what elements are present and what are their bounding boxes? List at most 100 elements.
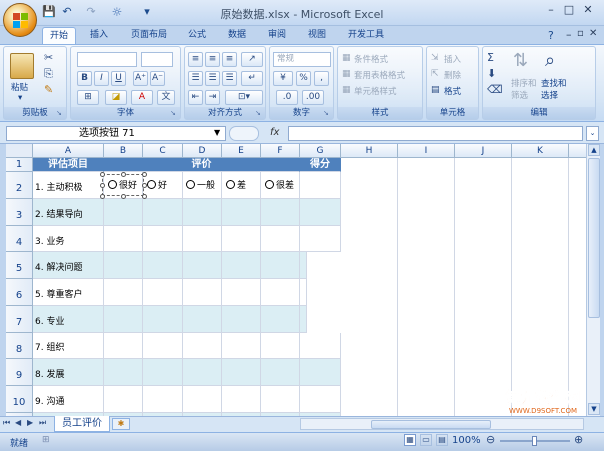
column-header-k[interactable]: K (512, 144, 569, 158)
italic-button[interactable]: I (94, 71, 109, 86)
currency-icon[interactable]: ¥ (273, 71, 293, 86)
increase-indent-icon[interactable]: ⇥ (205, 90, 220, 105)
insert-cells-button[interactable]: 插入 (444, 53, 461, 65)
table-row[interactable] (33, 386, 341, 413)
row-header-5[interactable]: 5 (6, 252, 33, 279)
close-icon[interactable]: ✕ (580, 4, 596, 18)
option-button-very-poor[interactable]: 很差 (265, 180, 294, 192)
delete-cells-button[interactable]: 删除 (444, 69, 461, 81)
row-header-10[interactable]: 10 (6, 386, 33, 413)
table-row[interactable] (33, 359, 341, 386)
row-header-3[interactable]: 3 (6, 199, 33, 226)
zoom-slider-thumb[interactable] (532, 436, 537, 446)
bold-button[interactable]: B (77, 71, 92, 86)
hscroll-thumb[interactable] (371, 420, 491, 429)
resize-handle[interactable] (121, 194, 126, 199)
wrap-text-icon[interactable]: ↵ (241, 71, 263, 86)
font-name-combo[interactable] (77, 52, 137, 67)
first-sheet-icon[interactable]: ⏮ (3, 418, 10, 428)
option-button-average[interactable]: 一般 (186, 180, 215, 192)
format-as-table-button[interactable]: 套用表格格式 (354, 69, 405, 81)
minimize-icon[interactable]: – (543, 4, 559, 18)
formula-input[interactable] (288, 126, 583, 141)
normal-view-icon[interactable]: ▦ (404, 434, 416, 446)
row-header-8[interactable]: 8 (6, 333, 33, 359)
cell-styles-button[interactable]: 单元格样式 (354, 85, 397, 97)
tab-home[interactable]: 开始 (42, 27, 76, 44)
office-button[interactable] (3, 3, 37, 37)
resize-handle[interactable] (100, 194, 105, 199)
prev-sheet-icon[interactable]: ◀ (15, 418, 21, 427)
align-bottom-icon[interactable]: ≡ (222, 52, 237, 67)
clipboard-launcher-icon[interactable]: ↘ (56, 109, 64, 117)
resize-handle[interactable] (142, 194, 147, 199)
control-selection-frame[interactable] (102, 174, 144, 196)
help-icon[interactable]: ? (548, 29, 554, 42)
zoom-out-icon[interactable]: ⊖ (486, 433, 495, 446)
resize-handle[interactable] (100, 183, 105, 188)
align-right-icon[interactable]: ☰ (222, 71, 237, 86)
decrease-indent-icon[interactable]: ⇤ (188, 90, 203, 105)
resize-handle[interactable] (142, 172, 147, 177)
resize-handle[interactable] (121, 172, 126, 177)
paste-button[interactable]: 粘贴 (11, 81, 28, 93)
cut-icon[interactable]: ✂ (44, 51, 53, 64)
align-top-icon[interactable]: ≡ (188, 52, 203, 67)
resize-handle[interactable] (100, 172, 105, 177)
last-sheet-icon[interactable]: ⏭ (39, 418, 46, 428)
column-header-c[interactable]: C (143, 144, 183, 158)
tab-data[interactable]: 数据 (222, 27, 252, 44)
column-header-a[interactable]: A (33, 144, 104, 158)
ribbon-close-icon[interactable]: ✕ (589, 28, 597, 39)
column-header-j[interactable]: J (455, 144, 512, 158)
formula-bar-handle[interactable] (229, 126, 259, 141)
column-header-g[interactable]: G (300, 144, 341, 158)
sort-filter-button[interactable]: 排序和 (511, 77, 537, 89)
table-row[interactable] (33, 306, 307, 333)
row-header-9[interactable]: 9 (6, 359, 33, 386)
row-header-6[interactable]: 6 (6, 279, 33, 306)
tab-insert[interactable]: 插入 (84, 27, 114, 44)
merge-center-icon[interactable]: ⊡▾ (225, 90, 263, 105)
row-header-2[interactable]: 2 (6, 172, 33, 199)
fill-icon[interactable]: ⬇ (487, 67, 496, 80)
ribbon-restore-icon[interactable]: ▫ (577, 28, 584, 39)
comma-button[interactable]: , (314, 71, 329, 86)
row-header-1[interactable]: 1 (6, 158, 33, 172)
format-painter-icon[interactable]: ✎ (44, 83, 53, 96)
header-cell-rating[interactable]: 评价 (104, 158, 300, 172)
page-layout-view-icon[interactable]: ▭ (420, 434, 432, 446)
worksheet-grid[interactable]: A B C D E F G H I J K 1 2 3 4 5 6 7 8 9 … (6, 144, 586, 416)
grow-font-button[interactable]: A⁺ (133, 71, 148, 86)
name-box[interactable]: 选项按钮 71 (6, 126, 226, 141)
option-button-poor[interactable]: 差 (226, 180, 246, 192)
expand-formula-icon[interactable]: ⌄ (586, 126, 599, 141)
column-header-i[interactable]: I (398, 144, 455, 158)
vertical-scrollbar[interactable]: ▲ ▼ (586, 144, 600, 416)
header-cell-item[interactable]: 评估项目 (33, 158, 104, 172)
find-select-button[interactable]: 查找和 (541, 77, 567, 89)
tab-review[interactable]: 审阅 (262, 27, 292, 44)
column-header-b[interactable]: B (104, 144, 143, 158)
tab-formulas[interactable]: 公式 (182, 27, 212, 44)
borders-icon[interactable]: ⊞ (77, 90, 99, 105)
font-color-icon[interactable]: A (131, 90, 153, 105)
ribbon-minimize-icon[interactable]: – (566, 28, 572, 41)
next-sheet-icon[interactable]: ▶ (27, 418, 33, 427)
resize-handle[interactable] (142, 183, 147, 188)
conditional-format-button[interactable]: 条件格式 (354, 53, 388, 65)
header-cell-score[interactable]: 得分 (300, 158, 341, 172)
column-header-d[interactable]: D (183, 144, 222, 158)
row-header-7[interactable]: 7 (6, 306, 33, 333)
paste-icon[interactable] (10, 53, 34, 79)
underline-button[interactable]: U (111, 71, 126, 86)
option-button-good[interactable]: 好 (147, 180, 167, 192)
zoom-in-icon[interactable]: ⊕ (574, 433, 583, 446)
orientation-icon[interactable]: ↗ (241, 52, 263, 67)
tab-page-layout[interactable]: 页面布局 (124, 27, 174, 44)
scroll-up-icon[interactable]: ▲ (588, 144, 600, 156)
column-header-h[interactable]: H (341, 144, 398, 158)
row-header-4[interactable]: 4 (6, 226, 33, 252)
shrink-font-button[interactable]: A⁻ (150, 71, 165, 86)
format-cells-button[interactable]: 格式 (444, 85, 461, 97)
